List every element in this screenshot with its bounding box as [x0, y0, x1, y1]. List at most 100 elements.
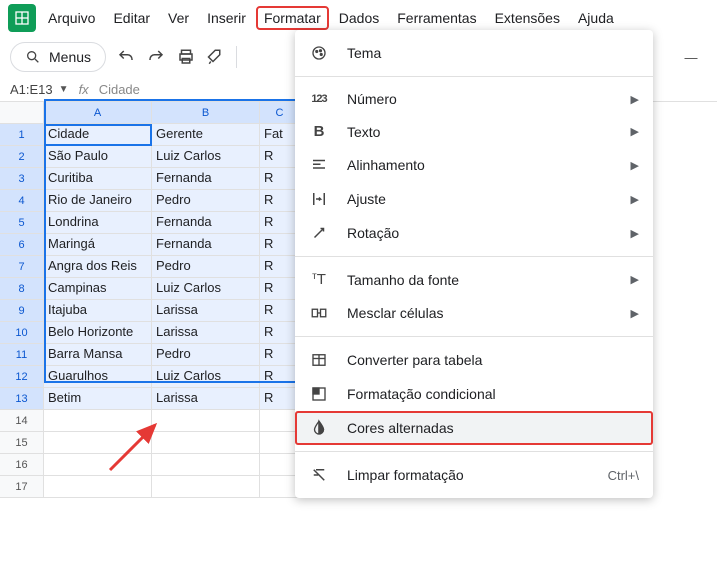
menu-item-rotação[interactable]: Rotação▶ — [295, 216, 653, 250]
menu-arquivo[interactable]: Arquivo — [40, 6, 103, 30]
menu-item-alinhamento[interactable]: Alinhamento▶ — [295, 148, 653, 182]
row-header-9[interactable]: 9 — [0, 300, 44, 322]
cell[interactable]: R — [260, 234, 300, 256]
cell[interactable] — [260, 454, 300, 476]
cell[interactable]: R — [260, 168, 300, 190]
cell[interactable]: Fernanda — [152, 212, 260, 234]
menu-inserir[interactable]: Inserir — [199, 6, 254, 30]
menu-ajuda[interactable]: Ajuda — [570, 6, 622, 30]
cell[interactable]: Larissa — [152, 322, 260, 344]
name-box[interactable]: A1:E13 ▼ — [10, 82, 69, 97]
select-all-corner[interactable] — [0, 102, 44, 124]
cell[interactable]: Fernanda — [152, 234, 260, 256]
row-header-6[interactable]: 6 — [0, 234, 44, 256]
cell[interactable]: R — [260, 146, 300, 168]
menus-search-button[interactable]: Menus — [10, 42, 106, 72]
cell[interactable] — [152, 454, 260, 476]
cell[interactable] — [44, 410, 152, 432]
cell[interactable]: Larissa — [152, 388, 260, 410]
row-header-13[interactable]: 13 — [0, 388, 44, 410]
menu-item-formatação-condicional[interactable]: Formatação condicional — [295, 377, 653, 411]
cell[interactable]: R — [260, 212, 300, 234]
menu-formatar[interactable]: Formatar — [256, 6, 329, 30]
row-header-7[interactable]: 7 — [0, 256, 44, 278]
cell[interactable]: R — [260, 256, 300, 278]
menu-dados[interactable]: Dados — [331, 6, 387, 30]
sheets-logo-icon[interactable] — [8, 4, 36, 32]
menu-editar[interactable]: Editar — [105, 6, 158, 30]
row-header-11[interactable]: 11 — [0, 344, 44, 366]
cell[interactable]: Cidade — [44, 124, 152, 146]
cell[interactable]: Maringá — [44, 234, 152, 256]
menu-ver[interactable]: Ver — [160, 6, 197, 30]
more-icon[interactable]: — — [681, 47, 701, 67]
formula-bar-input[interactable]: Cidade — [99, 82, 140, 97]
cell[interactable]: Campinas — [44, 278, 152, 300]
cell[interactable]: Itajuba — [44, 300, 152, 322]
cell[interactable]: Guarulhos — [44, 366, 152, 388]
cell[interactable]: Luiz Carlos — [152, 366, 260, 388]
cell[interactable] — [44, 432, 152, 454]
row-header-1[interactable]: 1 — [0, 124, 44, 146]
cell[interactable]: R — [260, 388, 300, 410]
cell[interactable]: Luiz Carlos — [152, 278, 260, 300]
row-header-15[interactable]: 15 — [0, 432, 44, 454]
cell[interactable]: Gerente — [152, 124, 260, 146]
cell[interactable]: Larissa — [152, 300, 260, 322]
menu-item-cores-alternadas[interactable]: Cores alternadas — [295, 411, 653, 445]
menu-item-ajuste[interactable]: Ajuste▶ — [295, 182, 653, 216]
cell[interactable]: Londrina — [44, 212, 152, 234]
redo-icon[interactable] — [146, 47, 166, 67]
cell[interactable] — [152, 410, 260, 432]
row-header-16[interactable]: 16 — [0, 454, 44, 476]
cell[interactable] — [44, 454, 152, 476]
menu-item-tema[interactable]: Tema — [295, 36, 653, 70]
cell[interactable]: Belo Horizonte — [44, 322, 152, 344]
row-header-17[interactable]: 17 — [0, 476, 44, 498]
cell[interactable]: Angra dos Reis — [44, 256, 152, 278]
row-header-14[interactable]: 14 — [0, 410, 44, 432]
cell[interactable] — [260, 410, 300, 432]
cell[interactable]: R — [260, 190, 300, 212]
cell[interactable]: Rio de Janeiro — [44, 190, 152, 212]
paint-format-icon[interactable] — [206, 47, 226, 67]
row-header-4[interactable]: 4 — [0, 190, 44, 212]
row-header-8[interactable]: 8 — [0, 278, 44, 300]
cell[interactable]: Luiz Carlos — [152, 146, 260, 168]
menu-item-mesclar-células[interactable]: Mesclar células▶ — [295, 296, 653, 330]
menu-item-converter-para-tabela[interactable]: Converter para tabela — [295, 343, 653, 377]
cell[interactable] — [152, 476, 260, 498]
menu-ferramentas[interactable]: Ferramentas — [389, 6, 484, 30]
cell[interactable]: Pedro — [152, 190, 260, 212]
cell[interactable]: R — [260, 344, 300, 366]
column-header-B[interactable]: B — [152, 102, 260, 124]
row-header-3[interactable]: 3 — [0, 168, 44, 190]
menu-extensões[interactable]: Extensões — [487, 6, 568, 30]
cell[interactable]: R — [260, 300, 300, 322]
cell[interactable]: Curitiba — [44, 168, 152, 190]
cell[interactable]: Pedro — [152, 344, 260, 366]
row-header-5[interactable]: 5 — [0, 212, 44, 234]
undo-icon[interactable] — [116, 47, 136, 67]
cell[interactable]: Fernanda — [152, 168, 260, 190]
cell[interactable]: Fat — [260, 124, 300, 146]
print-icon[interactable] — [176, 47, 196, 67]
cell[interactable] — [152, 432, 260, 454]
menu-item-tamanho-da-fonte[interactable]: тTTamanho da fonte▶ — [295, 263, 653, 296]
menu-item-texto[interactable]: BTexto▶ — [295, 115, 653, 148]
menu-item-número[interactable]: 123Número▶ — [295, 83, 653, 115]
cell[interactable] — [260, 432, 300, 454]
cell[interactable]: R — [260, 366, 300, 388]
column-header-C[interactable]: C — [260, 102, 300, 124]
menu-item-limpar-formatação[interactable]: Limpar formataçãoCtrl+\ — [295, 458, 653, 492]
cell[interactable]: São Paulo — [44, 146, 152, 168]
row-header-2[interactable]: 2 — [0, 146, 44, 168]
cell[interactable]: R — [260, 278, 300, 300]
cell[interactable] — [44, 476, 152, 498]
cell[interactable]: R — [260, 322, 300, 344]
cell[interactable] — [260, 476, 300, 498]
cell[interactable]: Barra Mansa — [44, 344, 152, 366]
cell[interactable]: Betim — [44, 388, 152, 410]
cell[interactable]: Pedro — [152, 256, 260, 278]
row-header-10[interactable]: 10 — [0, 322, 44, 344]
